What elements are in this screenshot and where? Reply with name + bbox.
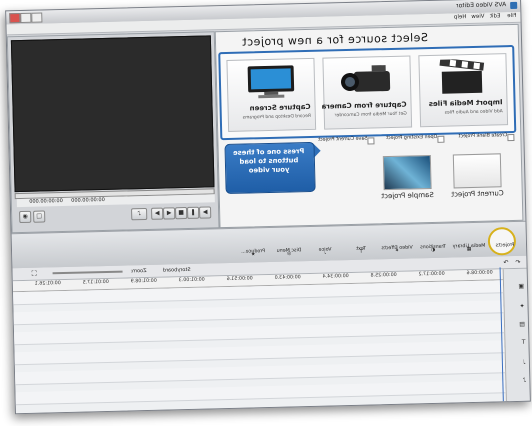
pause-icon[interactable]: ❚ [186,206,200,219]
fit-timeline-icon[interactable]: ⛶ [32,270,37,279]
ruler-tick: 00:01:26.1 [34,281,61,287]
toolbar-label: Text [356,246,367,252]
playback-controls: ▶ ❚ ■ ◀ ▶ ♪ □ ◉ [17,204,215,225]
redo-icon[interactable]: ↷ [503,259,508,266]
option-checkbox[interactable] [507,133,515,142]
source-panel: Select source for a new project Import M… [214,23,524,229]
source-buttons-group: Import Media Files Add Video and Audio F… [218,44,517,141]
app-window: AVS Video Editor File Edit View Help Sel… [5,0,531,415]
fullscreen-icon[interactable]: □ [33,210,46,223]
ruler-tick: 00:00:08.6 [466,270,493,277]
ruler-tick: 00:01:17.5 [82,279,109,286]
produce-button[interactable]: ★ Produce... [230,231,271,260]
overlay-track-icon: ▤ [519,320,526,328]
camcorder-icon [340,65,391,92]
prev-frame-icon[interactable]: ◀ [163,207,176,220]
source-title: Capture Screen [249,102,311,113]
menu-view[interactable]: View [471,14,484,20]
transitions-button[interactable]: ◐ Transitions [416,227,451,256]
ruler-tick: 00:00:17.2 [418,271,445,278]
menu-help[interactable]: Help [454,14,467,20]
sample-project-tile[interactable]: Sample Project [377,155,438,206]
volume-icon[interactable]: ♪ [131,207,148,221]
minimize-button[interactable] [31,12,43,23]
disc-menu-button[interactable]: ◎ Disc Menu [272,230,307,259]
media-library-button[interactable]: ▦ Media Library [452,226,487,255]
total-time: 00:00:00.000 [29,198,63,205]
projects-icon [487,226,517,256]
storyboard-toggle[interactable]: Storyboard [163,267,191,274]
current-project-tile[interactable]: Current Project [447,153,508,204]
save-icon [367,137,375,145]
folder-icon [437,135,445,143]
snapshot-icon[interactable]: ◉ [19,210,32,224]
monitor-icon [247,65,295,99]
project-label: Sample Project [381,190,434,201]
ruler-tick: 00:01:08.9 [130,278,157,285]
clapperboard-icon [439,58,485,94]
toolbar-label: Disc Menu [276,248,302,254]
stop-icon[interactable]: ■ [175,206,188,220]
hint-text: Press one of these buttons to load your … [232,147,305,175]
toolbar-label: Transitions [420,244,446,251]
toolbar-label: Media Library [452,243,486,250]
undo-icon[interactable]: ↶ [515,259,520,266]
video-track-icon: ▣ [518,282,525,290]
next-frame-icon[interactable]: ▶ [151,207,164,220]
video-effects-button[interactable]: ✦ Video Effects [380,227,415,256]
text-button[interactable]: T Text [344,228,379,257]
source-subtitle: Record Desktop and Programs [242,113,311,121]
current-time: 00:00:00.000 [71,196,105,204]
option-label: Save Current Project [318,136,368,143]
play-icon[interactable]: ▶ [198,206,212,219]
option-label: Create Blank Project [458,133,508,140]
source-title: Import Media Files [428,98,503,109]
menu-edit[interactable]: Edit [490,13,501,19]
capture-from-camera-button[interactable]: Capture from Camera Get Your Media from … [321,55,413,130]
close-button[interactable] [9,12,21,24]
source-subtitle: Get Your Media from Camcorder [334,111,407,119]
effects-track-icon: ✦ [519,302,525,310]
ruler-tick: 00:00:25.8 [370,272,397,279]
capture-screen-button[interactable]: Capture Screen Record Desktop and Progra… [226,57,317,132]
source-title: Capture from Camera [321,100,407,111]
ruler-tick: 00:00:51.6 [226,276,253,283]
source-subtitle: Add Video and Audio Files [444,109,503,116]
toolbar-label: Produce... [241,249,266,255]
hint-tooltip: Press one of these buttons to load your … [224,141,316,195]
voice-button[interactable]: ♩ Voice [308,229,343,258]
audio-track-icon: ♪ [522,376,527,384]
option-label: Open Existing Project [386,134,438,142]
projects-button[interactable]: Projects [487,225,523,256]
track-headers: ▣ ✦ ▤ T ♩ ♪ [502,268,530,402]
text-track-icon: T [521,338,526,346]
preview-screen [10,35,215,193]
window-title: AVS Video Editor [456,1,507,10]
toolbar-label: Projects [495,242,515,249]
page-title: Select source for a new project [241,31,429,49]
toolbar-label: Video Effects [381,245,413,252]
import-media-files-button[interactable]: Import Media Files Add Video and Audio F… [418,53,509,128]
ruler-tick: 00:00:43.0 [274,275,301,281]
timeline-tracks[interactable] [13,280,506,414]
ruler-tick: 00:00:34.4 [322,274,349,280]
app-logo-icon [510,1,518,10]
project-thumbnail [382,155,432,191]
project-thumbnail [452,153,502,189]
voice-track-icon: ♩ [522,358,526,366]
zoom-label: Zoom: [130,267,147,275]
maximize-button[interactable] [20,12,32,23]
ruler-tick: 00:01:00.3 [178,277,205,284]
preview-panel: 00:00:00.000 00:00:00.000 ▶ ❚ ■ ◀ ▶ ♪ □ … [6,31,220,234]
zoom-slider[interactable] [52,270,123,275]
menu-file[interactable]: File [507,13,516,19]
toolbar-label: Voice [318,247,332,253]
project-label: Current Project [451,189,504,199]
timeline-lane[interactable] [15,380,506,406]
